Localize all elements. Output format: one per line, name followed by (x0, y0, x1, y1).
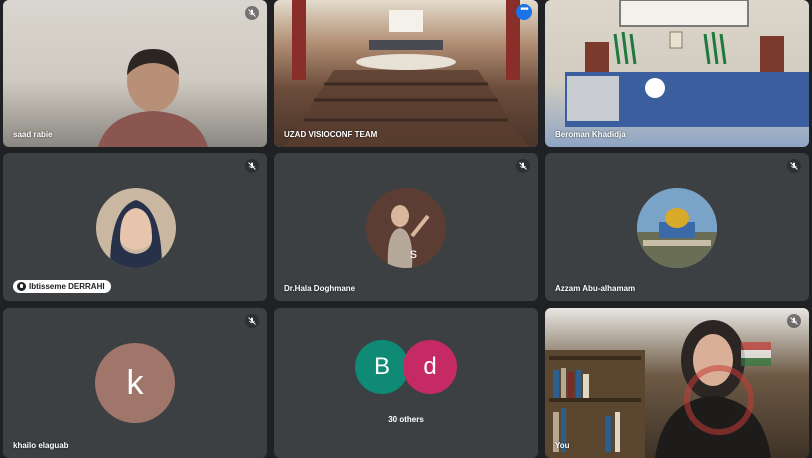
mic-off-icon (516, 159, 530, 173)
stage-scene (565, 0, 809, 127)
participant-tile-you[interactable]: You (545, 308, 809, 458)
initial-avatar-b: B (355, 340, 409, 394)
participant-tile-dr-hala-doghmane[interactable]: s Dr.Hala Doghmane (274, 153, 538, 301)
others-count-label: 30 others (388, 415, 424, 424)
participant-name: saad rabie (13, 130, 53, 139)
participant-name: UZAD VISIOCONF TEAM (284, 130, 378, 139)
avatar: s (366, 188, 446, 268)
participant-name: You (555, 441, 570, 450)
others-tile[interactable]: B d 30 others (274, 308, 538, 458)
mic-off-icon (787, 159, 801, 173)
participant-tile-saad-rabie[interactable]: saad rabie (3, 0, 267, 147)
svg-text:s: s (410, 245, 417, 261)
participant-tile-uzad-visioconf-team[interactable]: ••• UZAD VISIOCONF TEAM (274, 0, 538, 147)
mic-off-icon (245, 314, 259, 328)
participant-tile-khailo-elaguab[interactable]: k khailo elaguab (3, 308, 267, 458)
self-video-scene (545, 320, 771, 458)
participant-tile-beroman-khadidja[interactable]: Beroman Khadidja (545, 0, 809, 147)
avatar (96, 188, 176, 268)
mic-off-icon (245, 159, 259, 173)
avatar (637, 188, 717, 268)
participant-name: Azzam Abu-alhamam (555, 284, 636, 293)
more-options-icon[interactable]: ••• (516, 4, 532, 20)
initial-avatar-d: d (403, 340, 457, 394)
presenting-icon (17, 282, 26, 291)
participant-name: khailo elaguab (13, 441, 69, 450)
participant-name: Beroman Khadidja (555, 130, 626, 139)
participant-tile-ibtisseme-derrahi[interactable]: Ibtisseme DERRAHI (3, 153, 267, 301)
participant-name-pill: Ibtisseme DERRAHI (13, 280, 111, 293)
conference-hall-scene (284, 0, 528, 147)
participant-name: Ibtisseme DERRAHI (29, 282, 105, 291)
initial-avatar: k (95, 343, 175, 423)
participant-tile-azzam-abu-alhamam[interactable]: Azzam Abu-alhamam (545, 153, 809, 301)
mic-off-icon (787, 314, 801, 328)
person-silhouette (98, 49, 208, 147)
participant-name: Dr.Hala Doghmane (284, 284, 356, 293)
mic-off-icon (245, 6, 259, 20)
